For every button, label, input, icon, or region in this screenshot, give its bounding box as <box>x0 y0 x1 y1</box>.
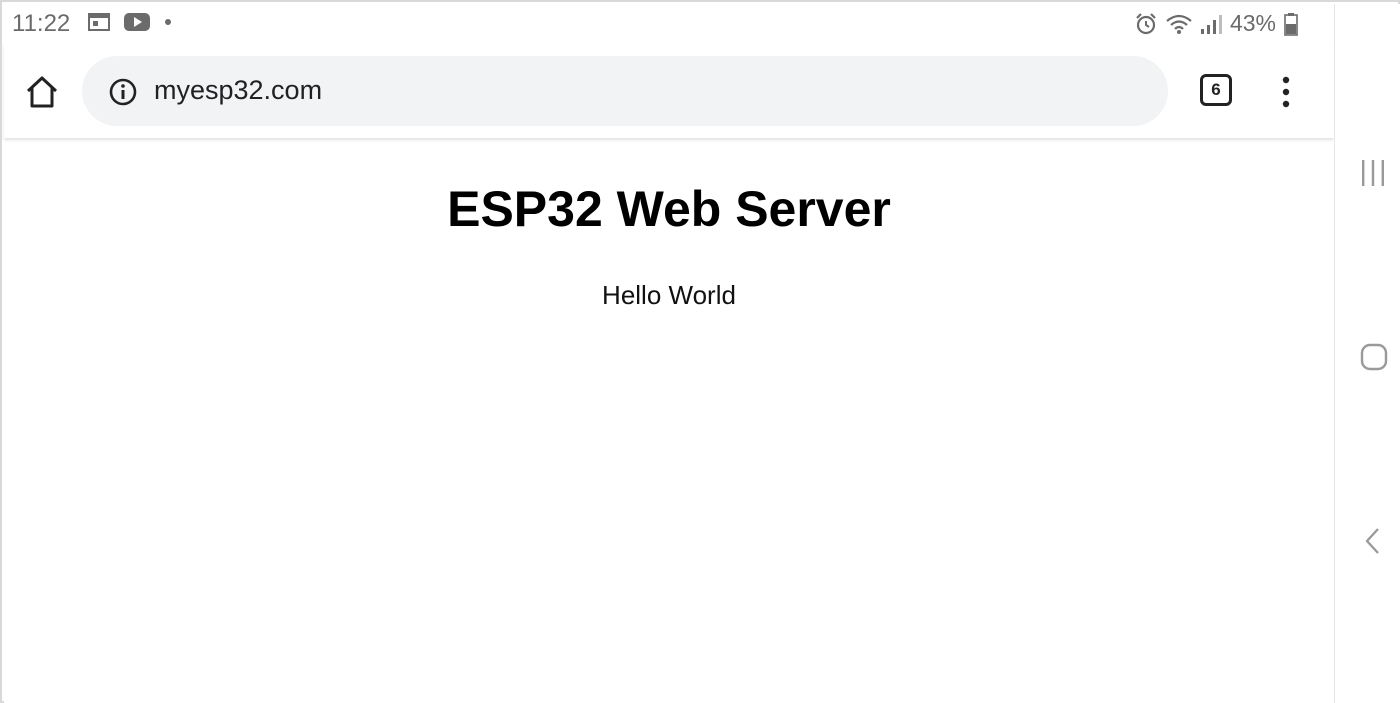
info-icon[interactable] <box>108 77 138 107</box>
address-bar[interactable]: myesp32.com <box>82 56 1168 126</box>
home-icon[interactable] <box>1359 342 1389 372</box>
tab-switcher-button[interactable]: 6 <box>1200 74 1232 106</box>
status-left-icons <box>88 12 172 32</box>
notification-dot-icon <box>165 19 171 25</box>
recent-apps-icon[interactable] <box>1359 158 1387 188</box>
alarm-icon <box>1136 12 1156 34</box>
battery-icon <box>1284 12 1298 36</box>
home-button-icon[interactable] <box>22 72 62 112</box>
status-right-icons: 43% <box>1134 10 1298 37</box>
signal-icon <box>1200 14 1222 34</box>
page-text: Hello World <box>602 280 736 310</box>
phone-display: 11:22 43% myesp32.com 6 ESP32 Web Server… <box>4 4 1334 703</box>
page-content: ESP32 Web Server Hello World <box>4 140 1334 703</box>
status-bar: 11:22 43% <box>4 4 1334 44</box>
battery-percent: 43% <box>1229 10 1276 36</box>
url-text[interactable]: myesp32.com <box>154 75 322 106</box>
more-options-icon[interactable] <box>1272 74 1300 110</box>
screen: 11:22 43% myesp32.com 6 ESP32 Web Server… <box>0 0 1400 703</box>
navigation-bar <box>1334 4 1400 703</box>
youtube-icon <box>124 13 150 31</box>
calendar-icon <box>88 13 110 31</box>
status-time: 11:22 <box>12 10 71 37</box>
browser-toolbar: myesp32.com 6 <box>4 44 1334 138</box>
wifi-icon <box>1166 14 1192 34</box>
back-icon[interactable] <box>1363 526 1383 556</box>
page-heading: ESP32 Web Server <box>447 181 891 237</box>
